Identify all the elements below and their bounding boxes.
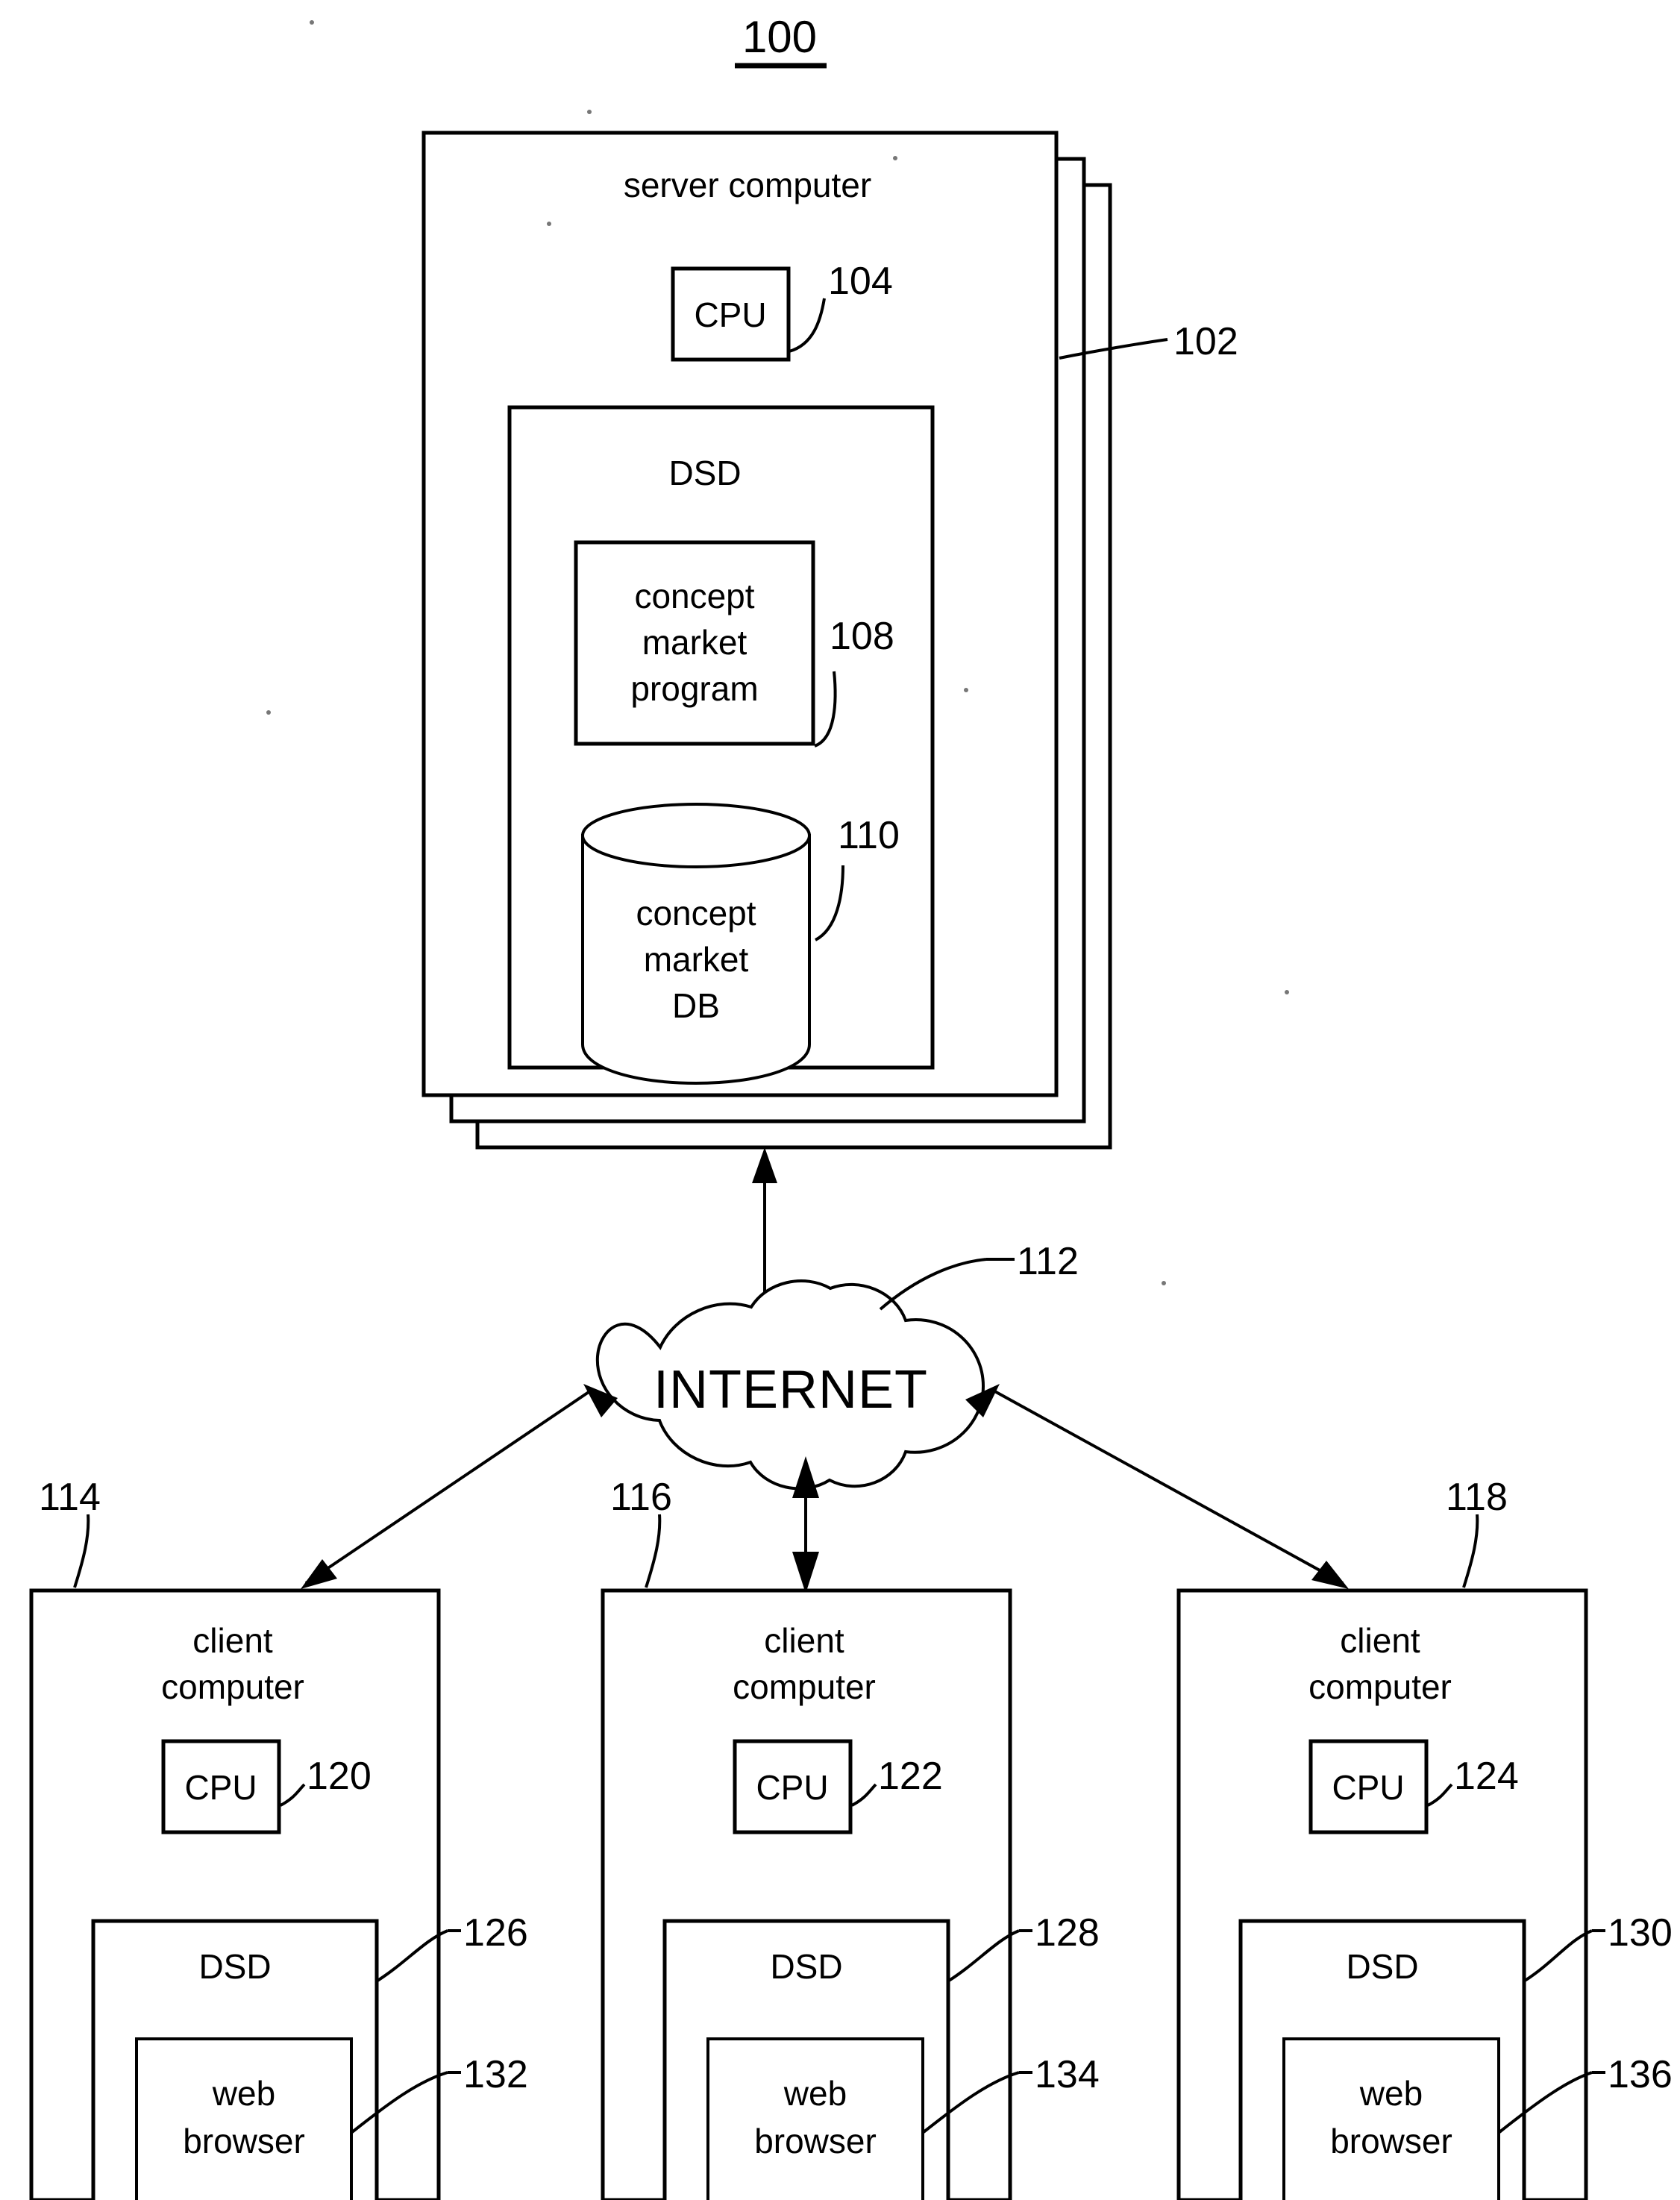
- server-dsd-label: DSD: [668, 454, 741, 492]
- client-2-browser-ref-label: 134: [1035, 2053, 1100, 2096]
- client-1-ref-leader-line: [73, 1514, 90, 1588]
- client-1-browser-line2: browser: [183, 2122, 305, 2160]
- client-3-browser-line1: web: [1359, 2074, 1423, 2113]
- client-1-dsd-ref-label: 126: [463, 1911, 528, 1955]
- internet-client1-line: [304, 1388, 595, 1585]
- client-3-dsd-label: DSD: [1346, 1947, 1418, 1986]
- client-2-browser-box[interactable]: [706, 2037, 924, 2200]
- concept-market-db-line3: DB: [672, 986, 720, 1025]
- client-1-browser-line1: web: [212, 2074, 275, 2113]
- client-3-browser-ref-label: 136: [1608, 2053, 1673, 2096]
- concept-market-db-ref-label: 110: [838, 814, 900, 857]
- system-diagram: 100 server computer 102 CPU 104 DSD conc…: [29, 12, 1673, 2200]
- internet-client3-connector: [965, 1384, 1349, 1589]
- internet-client3-arrowhead-client: [1311, 1561, 1349, 1589]
- concept-market-program-line2: market: [642, 623, 747, 662]
- client-2-ref-leader-line: [645, 1514, 662, 1588]
- client-1-title-line1: client: [192, 1621, 273, 1660]
- internet-client3-line: [990, 1388, 1344, 1585]
- client-1-browser-ref-label: 132: [463, 2053, 528, 2096]
- server-cpu-ref-label: 104: [828, 260, 893, 303]
- client-computer-3[interactable]: client computer CPU 124 DSD 130 web brow…: [1176, 1476, 1673, 2200]
- figure-number-group: 100: [735, 12, 827, 69]
- server-ref-label: 102: [1173, 320, 1238, 363]
- internet-cloud-group[interactable]: INTERNET: [595, 1279, 985, 1491]
- client-3-cpu-label: CPU: [1332, 1768, 1404, 1807]
- server-cpu-label: CPU: [694, 295, 766, 334]
- concept-market-program-line1: concept: [634, 577, 754, 615]
- client-computer-2[interactable]: client computer CPU 122 DSD 128 web brow…: [601, 1476, 1100, 2200]
- figure-number-label: 100: [742, 12, 817, 62]
- client-1-title-line2: computer: [161, 1667, 304, 1706]
- client-3-browser-box[interactable]: [1282, 2037, 1500, 2200]
- concept-market-program-line3: program: [630, 669, 758, 708]
- client-3-ref-label: 118: [1446, 1476, 1508, 1519]
- concept-market-program-ref-label: 108: [830, 615, 894, 658]
- client-1-browser-box[interactable]: [135, 2037, 353, 2200]
- client-2-title-line1: client: [764, 1621, 844, 1660]
- client-2-cpu-label: CPU: [756, 1768, 828, 1807]
- internet-label: INTERNET: [653, 1360, 928, 1420]
- client-2-cpu-ref-label: 122: [878, 1755, 943, 1798]
- client-3-ref-leader-line: [1462, 1514, 1479, 1588]
- internet-ref-label: 112: [1017, 1240, 1079, 1283]
- internet-client1-connector: [301, 1384, 618, 1589]
- internet-ref-leader-group: 112: [879, 1240, 1079, 1311]
- client-2-title-line2: computer: [733, 1667, 876, 1706]
- client-3-title-line1: client: [1340, 1621, 1420, 1660]
- server-computer-title: server computer: [624, 166, 871, 204]
- internet-client2-arrowhead-down: [792, 1552, 819, 1593]
- client-2-ref-label: 116: [610, 1476, 672, 1519]
- concept-market-db-line1: concept: [636, 894, 756, 933]
- client-3-dsd-ref-label: 130: [1608, 1911, 1673, 1955]
- client-1-cpu-label: CPU: [184, 1768, 257, 1807]
- client-2-browser-line1: web: [783, 2074, 847, 2113]
- internet-client1-arrowhead-client: [301, 1559, 337, 1589]
- client-2-dsd-label: DSD: [770, 1947, 842, 1986]
- client-3-ref-leader-group: 118: [1446, 1476, 1508, 1588]
- client-1-ref-label: 114: [39, 1476, 101, 1519]
- concept-market-db-line2: market: [644, 940, 749, 979]
- client-2-browser-line2: browser: [754, 2122, 877, 2160]
- client-3-browser-line2: browser: [1330, 2122, 1452, 2160]
- client-2-ref-leader-group: 116: [610, 1476, 672, 1588]
- patent-figure-container: 100 server computer 102 CPU 104 DSD conc…: [0, 0, 1680, 2200]
- concept-market-db-top-ellipse: [581, 803, 811, 868]
- internet-ref-leader-line: [879, 1258, 987, 1311]
- client-1-ref-leader-group: 114: [39, 1476, 101, 1588]
- client-3-cpu-ref-label: 124: [1454, 1755, 1519, 1798]
- client-3-title-line2: computer: [1308, 1667, 1452, 1706]
- client-1-dsd-label: DSD: [198, 1947, 271, 1986]
- client-1-cpu-ref-label: 120: [307, 1755, 372, 1798]
- client-computer-1[interactable]: client computer CPU 120 DSD 126 web brow…: [29, 1476, 528, 2200]
- client-2-dsd-ref-label: 128: [1035, 1911, 1100, 1955]
- server-internet-arrowhead-up: [752, 1147, 777, 1183]
